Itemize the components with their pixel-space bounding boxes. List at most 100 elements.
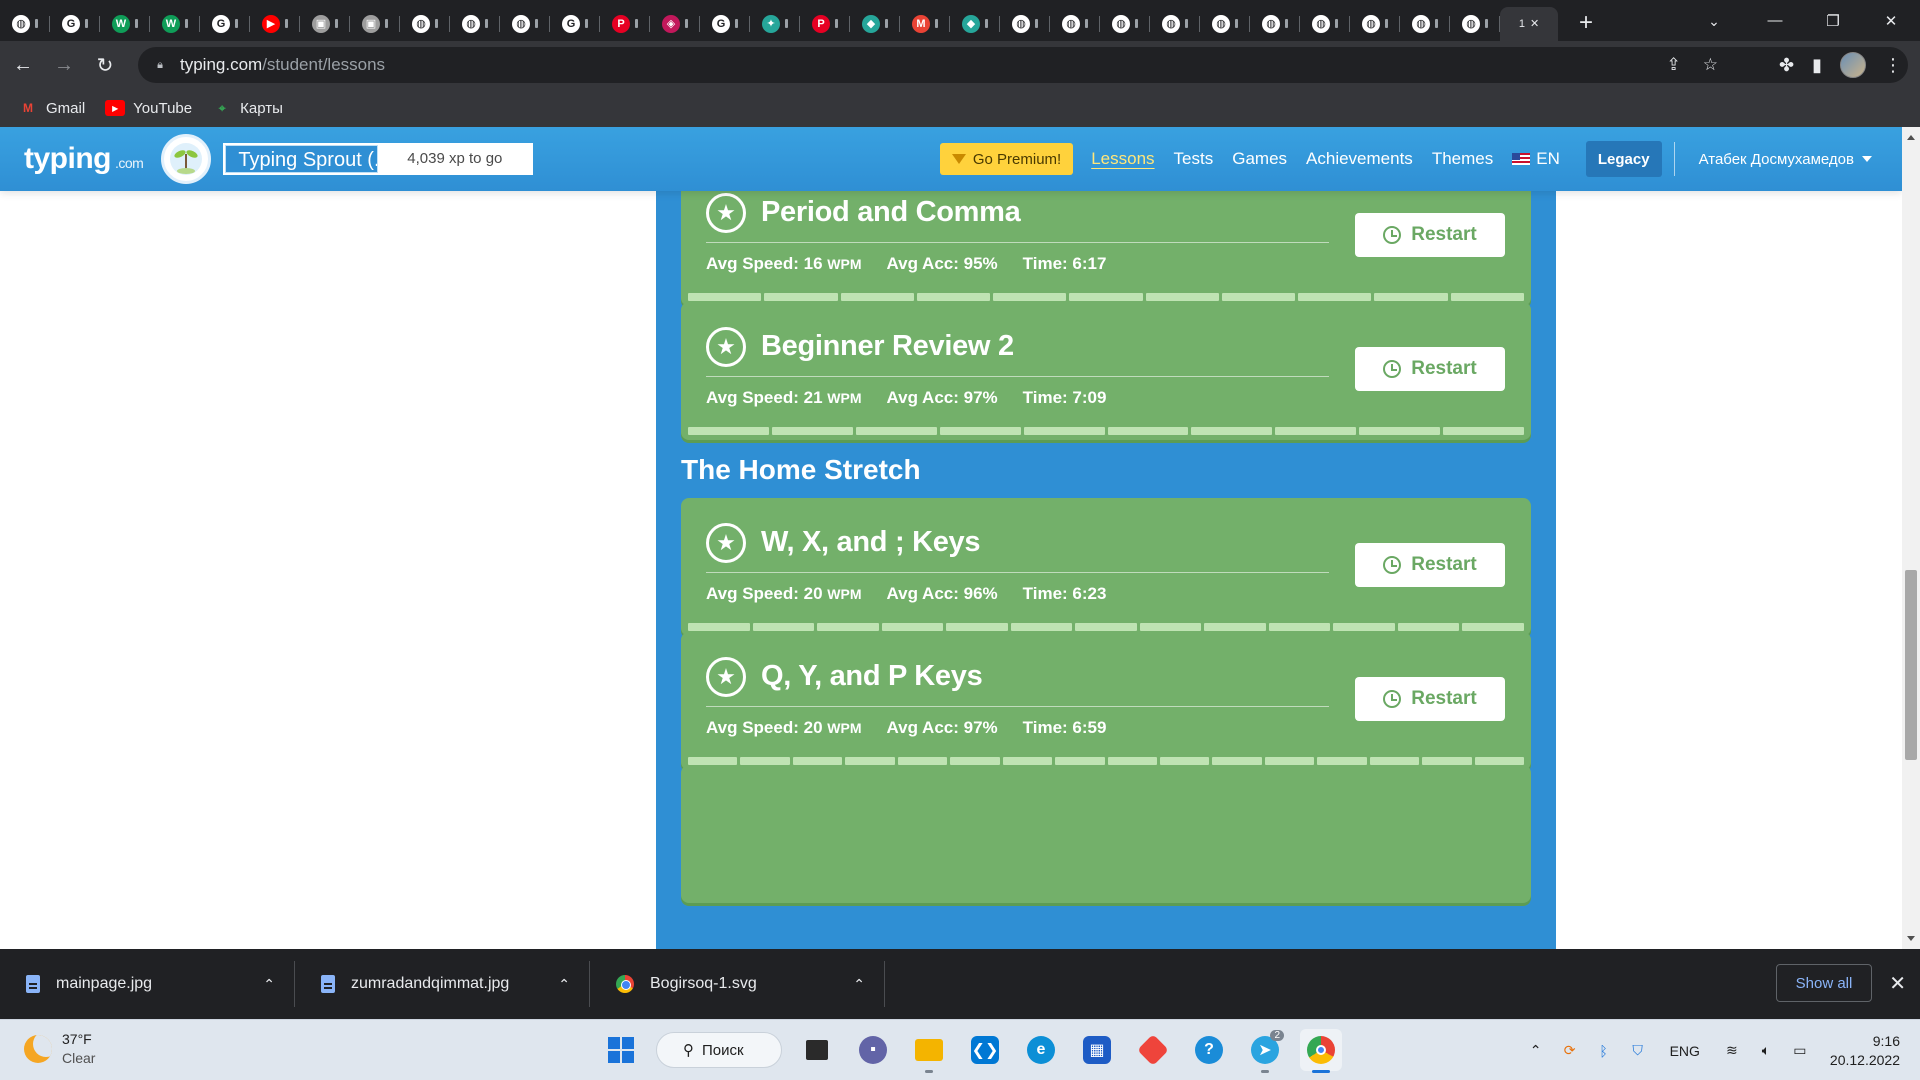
- weather-widget[interactable]: 37°F Clear: [24, 1030, 95, 1068]
- chevron-up-icon[interactable]: ⌃: [558, 976, 570, 993]
- profile-avatar[interactable]: [1840, 52, 1866, 78]
- input-language[interactable]: ENG: [1670, 1043, 1700, 1059]
- security-shield-icon[interactable]: ⛉: [1628, 1041, 1648, 1061]
- language-selector[interactable]: EN: [1512, 149, 1560, 169]
- scroll-thumb[interactable]: [1905, 570, 1917, 760]
- taskbar-search[interactable]: ⚲ Поиск: [656, 1032, 782, 1068]
- nav-tests[interactable]: Tests: [1174, 149, 1214, 169]
- browser-tab[interactable]: G: [50, 7, 100, 41]
- browser-tab[interactable]: ◍: [450, 7, 500, 41]
- lesson-card[interactable]: ★ Q, Y, and P Keys Avg Speed: 20 WPM Avg Ac…: [681, 632, 1531, 770]
- level-progress-box[interactable]: Typing Sprout (... 4,039 xp to go: [223, 143, 534, 175]
- browser-tab[interactable]: ◍: [1200, 7, 1250, 41]
- lesson-card[interactable]: ★ Beginner Review 2 Avg Speed: 21 WPM Avg A…: [681, 302, 1531, 440]
- close-downloads-icon[interactable]: ✕: [1889, 971, 1906, 996]
- minimize-button[interactable]: —: [1746, 0, 1804, 41]
- browser-tab[interactable]: ◈: [650, 7, 700, 41]
- page-scrollbar[interactable]: [1902, 127, 1920, 949]
- browser-tab[interactable]: ◍: [500, 7, 550, 41]
- go-premium-button[interactable]: Go Premium!: [939, 143, 1074, 175]
- sync-icon[interactable]: ⟳: [1560, 1041, 1580, 1061]
- close-tab-icon[interactable]: ✕: [1530, 17, 1539, 30]
- forward-button[interactable]: →: [46, 47, 82, 83]
- browser-tab[interactable]: P: [800, 7, 850, 41]
- sprout-level-icon[interactable]: [161, 134, 212, 184]
- chevron-up-icon[interactable]: ⌃: [263, 976, 275, 993]
- teams-chat-icon[interactable]: ▪: [852, 1029, 894, 1071]
- browser-tab[interactable]: ◆: [950, 7, 1000, 41]
- restart-button[interactable]: Restart: [1355, 213, 1505, 257]
- edge-icon[interactable]: e: [1020, 1029, 1062, 1071]
- tab-search-chevron-icon[interactable]: ⌄: [1696, 6, 1732, 36]
- browser-tab[interactable]: ◍: [1050, 7, 1100, 41]
- nav-lessons[interactable]: Lessons: [1091, 149, 1154, 169]
- new-tab-button[interactable]: +: [1568, 6, 1604, 40]
- download-item[interactable]: mainpage.jpg ⌃: [0, 949, 295, 1019]
- browser-tab[interactable]: G: [550, 7, 600, 41]
- download-item[interactable]: zumradandqimmat.jpg ⌃: [295, 949, 590, 1019]
- back-button[interactable]: ←: [5, 47, 41, 83]
- file-explorer-icon[interactable]: [908, 1029, 950, 1073]
- vscode-icon[interactable]: ❮❯: [964, 1029, 1006, 1071]
- browser-tab[interactable]: ▣: [300, 7, 350, 41]
- browser-tab[interactable]: P: [600, 7, 650, 41]
- browser-tab[interactable]: ◍: [1000, 7, 1050, 41]
- scroll-down-arrow-icon[interactable]: [1907, 936, 1915, 941]
- browser-tab[interactable]: ▣: [350, 7, 400, 41]
- browser-tab[interactable]: M: [900, 7, 950, 41]
- browser-tab[interactable]: W: [100, 7, 150, 41]
- nav-themes[interactable]: Themes: [1432, 149, 1493, 169]
- browser-menu-icon[interactable]: ⋮: [1884, 55, 1902, 76]
- browser-tab[interactable]: ◍: [1400, 7, 1450, 41]
- browser-tab[interactable]: ◆: [850, 7, 900, 41]
- restore-button[interactable]: ❐: [1804, 0, 1862, 41]
- browser-tab[interactable]: ✦: [750, 7, 800, 41]
- chevron-up-icon[interactable]: ⌃: [1526, 1041, 1546, 1061]
- restart-button[interactable]: Restart: [1355, 543, 1505, 587]
- browser-tab[interactable]: ◍: [0, 7, 50, 41]
- browser-tab[interactable]: ◍: [1350, 7, 1400, 41]
- restart-button[interactable]: Restart: [1355, 347, 1505, 391]
- anydesk-icon[interactable]: [1132, 1029, 1174, 1071]
- share-icon[interactable]: ⇪: [1667, 55, 1681, 75]
- browser-tab[interactable]: ▶: [250, 7, 300, 41]
- bookmark-maps[interactable]: ⌖ Карты: [212, 100, 283, 117]
- bluetooth-icon[interactable]: ᛒ: [1594, 1041, 1614, 1061]
- clock[interactable]: 9:16 20.12.2022: [1830, 1032, 1900, 1070]
- reload-button[interactable]: ↻: [87, 47, 123, 83]
- browser-tab[interactable]: ◍: [1300, 7, 1350, 41]
- browser-tab[interactable]: G: [200, 7, 250, 41]
- browser-tab[interactable]: ◍: [1100, 7, 1150, 41]
- help-icon[interactable]: ?: [1188, 1029, 1230, 1071]
- url-text[interactable]: typing.com/student/lessons: [180, 55, 385, 75]
- browser-tab[interactable]: G: [700, 7, 750, 41]
- browser-tab[interactable]: ◍: [1150, 7, 1200, 41]
- bookmark-star-icon[interactable]: ☆: [1703, 55, 1718, 75]
- browser-tab[interactable]: ◍: [1450, 7, 1500, 41]
- nav-games[interactable]: Games: [1232, 149, 1287, 169]
- lock-icon[interactable]: 🔒︎: [152, 57, 168, 73]
- bookmark-youtube[interactable]: ▶ YouTube: [105, 100, 192, 117]
- legacy-button[interactable]: Legacy: [1585, 141, 1662, 177]
- task-view-icon[interactable]: [796, 1029, 838, 1071]
- close-window-button[interactable]: ✕: [1862, 0, 1920, 41]
- battery-icon[interactable]: ▭: [1790, 1041, 1810, 1061]
- chevron-up-icon[interactable]: ⌃: [853, 976, 865, 993]
- typing-logo[interactable]: typing .com: [24, 142, 144, 176]
- volume-icon[interactable]: 🔈︎: [1756, 1041, 1776, 1061]
- telegram-icon[interactable]: ➤ 2: [1244, 1029, 1286, 1073]
- show-all-button[interactable]: Show all: [1776, 964, 1872, 1002]
- windows-start-icon[interactable]: [600, 1029, 642, 1071]
- restart-button[interactable]: Restart: [1355, 677, 1505, 721]
- address-bar[interactable]: 🔒︎ typing.com/student/lessons ⇪ ☆: [138, 47, 1908, 83]
- extensions-icon[interactable]: ✤: [1779, 55, 1794, 76]
- wifi-icon[interactable]: ≋: [1722, 1041, 1742, 1061]
- browser-tab[interactable]: W: [150, 7, 200, 41]
- side-panel-icon[interactable]: ▮: [1812, 55, 1822, 76]
- chrome-taskbar-icon[interactable]: [1300, 1029, 1342, 1073]
- browser-tab[interactable]: ◍: [1250, 7, 1300, 41]
- lesson-card[interactable]: ★ W, X, and ; Keys Avg Speed: 20 WPM Avg Ac…: [681, 498, 1531, 636]
- browser-tab[interactable]: ◍: [400, 7, 450, 41]
- download-item[interactable]: Bogirsoq-1.svg ⌃: [590, 949, 885, 1019]
- nav-achievements[interactable]: Achievements: [1306, 149, 1413, 169]
